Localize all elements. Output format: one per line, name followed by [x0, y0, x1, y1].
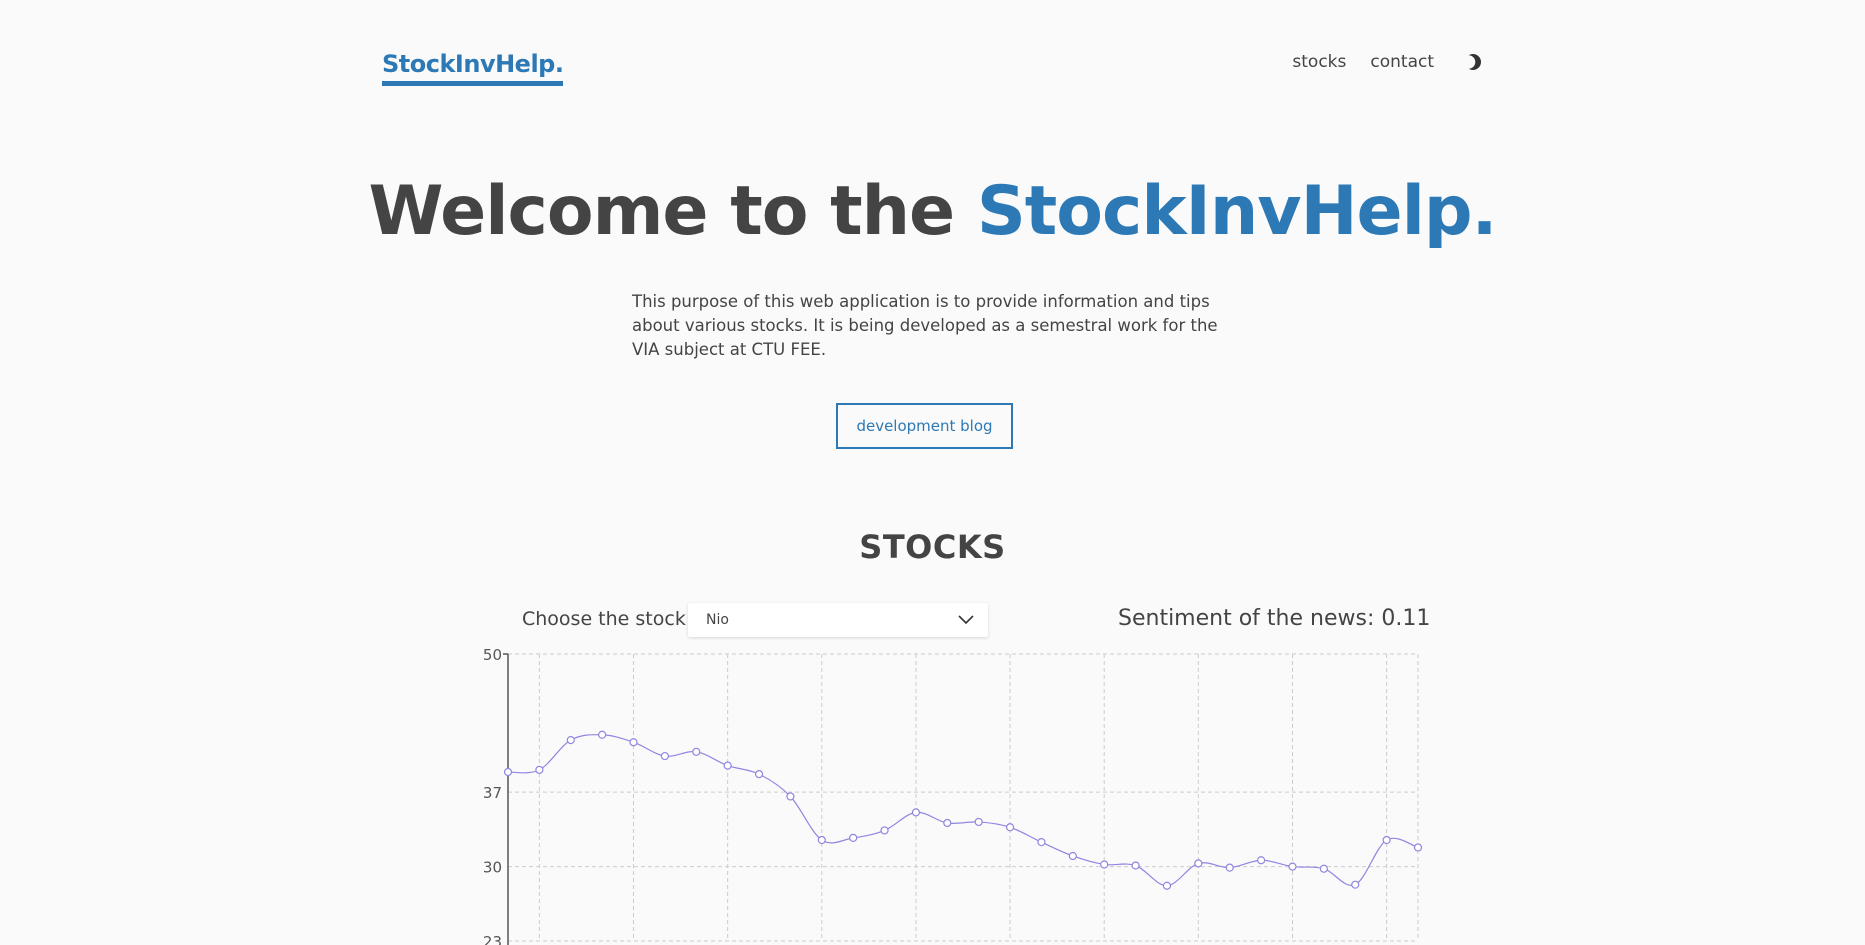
stocks-heading: STOCKS: [859, 528, 1006, 566]
price-point: [535, 765, 544, 774]
y-tick-label: 50: [483, 646, 502, 664]
price-point: [1288, 862, 1297, 871]
price-point: [503, 767, 513, 777]
intro-text: This purpose of this web application is …: [632, 292, 1218, 359]
logo-link[interactable]: StockInvHelp.: [382, 50, 564, 86]
choose-stock-label: Choose the stock:: [522, 608, 693, 630]
price-point: [1382, 835, 1391, 845]
price-point: [629, 738, 638, 747]
y-tick-label: 30: [483, 859, 502, 877]
price-point: [1068, 851, 1077, 861]
y-tick-label: 37: [483, 784, 502, 802]
price-point: [817, 835, 826, 845]
y-tick-label: 23: [483, 933, 502, 945]
hero-title-prefix: Welcome to the: [368, 172, 977, 251]
price-point: [1351, 880, 1360, 889]
top-navbar: StockInvHelp. stocks contact: [382, 0, 1482, 120]
chevron-down-icon: [958, 614, 974, 626]
price-point: [1162, 881, 1172, 890]
price-point: [1257, 856, 1266, 865]
price-point: [1100, 860, 1109, 869]
price-point: [1319, 864, 1328, 873]
development-blog-button[interactable]: development blog: [836, 403, 1013, 449]
price-point: [566, 735, 575, 745]
price-point: [911, 808, 921, 817]
stock-select-value: Nio: [706, 612, 729, 628]
hero-title-accent: StockInvHelp.: [976, 172, 1498, 251]
hero-title: Welcome to the StockInvHelp.: [0, 172, 1865, 251]
price-point: [1131, 861, 1140, 870]
stock-select[interactable]: Nio: [688, 603, 988, 637]
price-point: [723, 761, 732, 770]
price-point: [786, 792, 795, 801]
nav-link-contact[interactable]: contact: [1370, 52, 1434, 72]
price-point: [598, 730, 607, 739]
price-point: [880, 826, 889, 835]
stock-price-chart: 50 37 30 23: [470, 645, 1430, 945]
price-point: [943, 818, 952, 828]
nav-link-stocks[interactable]: stocks: [1292, 52, 1346, 72]
price-point: [1005, 823, 1015, 832]
nav-links: stocks contact: [1268, 52, 1482, 72]
news-sentiment: Sentiment of the news: 0.11: [1118, 606, 1431, 631]
stock-price-chart-svg: 50 37 30 23: [483, 646, 1423, 945]
price-point: [849, 833, 858, 842]
price-point: [1225, 863, 1234, 872]
price-point: [754, 770, 764, 779]
price-point: [1037, 838, 1046, 847]
half-moon-icon[interactable]: [1461, 53, 1482, 71]
price-point: [692, 747, 701, 756]
price-point: [974, 817, 983, 827]
price-point: [1194, 859, 1203, 868]
price-series-line: [507, 734, 1419, 887]
price-point: [1413, 843, 1423, 852]
price-point: [660, 751, 669, 761]
